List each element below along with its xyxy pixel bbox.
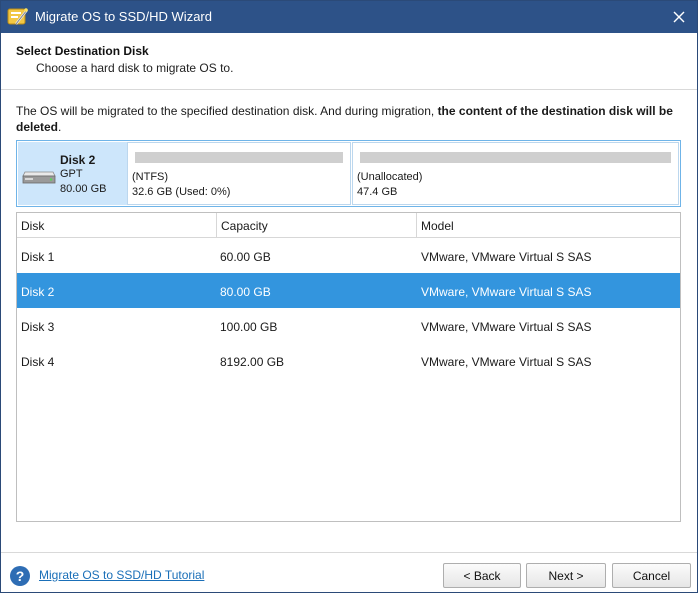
wizard-window: Migrate OS to SSD/HD Wizard Select Desti… <box>0 0 698 593</box>
table-row[interactable]: Disk 1 60.00 GB VMware, VMware Virtual S… <box>17 238 680 273</box>
capacity-cell: 80.00 GB <box>220 285 271 299</box>
partition-filesystem: (NTFS) <box>132 171 169 183</box>
disk-cell: Disk 2 <box>21 285 55 299</box>
help-icon[interactable]: ? <box>9 565 31 587</box>
model-cell: VMware, VMware Virtual S SAS <box>421 285 592 299</box>
partition-ntfs[interactable]: (NTFS) 32.6 GB (Used: 0%) <box>127 142 351 205</box>
close-icon <box>673 11 685 23</box>
partition-scheme: GPT <box>60 168 83 180</box>
table-header: Disk Capacity Model <box>17 213 680 238</box>
tutorial-link[interactable]: Migrate OS to SSD/HD Tutorial <box>39 568 204 582</box>
partition-info: 47.4 GB <box>357 186 398 198</box>
disk-cell: Disk 4 <box>21 355 55 369</box>
svg-text:?: ? <box>16 568 25 584</box>
capacity-cell: 8192.00 GB <box>220 355 285 369</box>
partition-filesystem: (Unallocated) <box>357 171 423 183</box>
hard-drive-icon <box>22 171 56 184</box>
disk-size: 80.00 GB <box>60 183 107 195</box>
model-cell: VMware, VMware Virtual S SAS <box>421 355 592 369</box>
page-subtitle: Choose a hard disk to migrate OS to. <box>36 61 234 75</box>
wizard-header: Select Destination Disk Choose a hard di… <box>1 33 697 90</box>
capacity-cell: 100.00 GB <box>220 320 278 334</box>
column-header-capacity[interactable]: Capacity <box>217 213 417 238</box>
column-header-model[interactable]: Model <box>417 213 679 238</box>
notice-text: The OS will be migrated to the specified… <box>16 104 438 118</box>
table-row[interactable]: Disk 3 100.00 GB VMware, VMware Virtual … <box>17 308 680 343</box>
wizard-footer: ? Migrate OS to SSD/HD Tutorial < Back N… <box>1 552 697 592</box>
disk-cell: Disk 3 <box>21 320 55 334</box>
model-cell: VMware, VMware Virtual S SAS <box>421 320 592 334</box>
partition-info: 32.6 GB (Used: 0%) <box>132 186 231 198</box>
table-row[interactable]: Disk 2 80.00 GB VMware, VMware Virtual S… <box>17 273 680 308</box>
next-button[interactable]: Next > <box>526 563 606 588</box>
wizard-wand-icon <box>7 8 28 25</box>
back-button[interactable]: < Back <box>443 563 521 588</box>
capacity-cell: 60.00 GB <box>220 250 271 264</box>
page-title: Select Destination Disk <box>16 44 149 58</box>
partition-usage-bar <box>135 152 343 163</box>
disk-name: Disk 2 <box>60 153 96 167</box>
title-bar[interactable]: Migrate OS to SSD/HD Wizard <box>1 1 697 33</box>
partition-unallocated[interactable]: (Unallocated) 47.4 GB <box>352 142 679 205</box>
table-row[interactable]: Disk 4 8192.00 GB VMware, VMware Virtual… <box>17 343 680 378</box>
column-header-disk[interactable]: Disk <box>17 213 217 238</box>
cancel-button[interactable]: Cancel <box>612 563 691 588</box>
notice-end: . <box>58 120 62 134</box>
partition-usage-bar <box>360 152 671 163</box>
warning-notice: The OS will be migrated to the specified… <box>16 103 686 135</box>
disk-cell: Disk 1 <box>21 250 55 264</box>
disk-table[interactable]: Disk Capacity Model Disk 1 60.00 GB VMwa… <box>16 212 681 522</box>
close-button[interactable] <box>661 1 697 33</box>
disk-map[interactable]: Disk 2 GPT 80.00 GB (NTFS) 32.6 GB (Used… <box>16 140 681 207</box>
disk-info-block[interactable]: Disk 2 GPT 80.00 GB <box>18 142 127 205</box>
model-cell: VMware, VMware Virtual S SAS <box>421 250 592 264</box>
window-title: Migrate OS to SSD/HD Wizard <box>35 9 212 24</box>
